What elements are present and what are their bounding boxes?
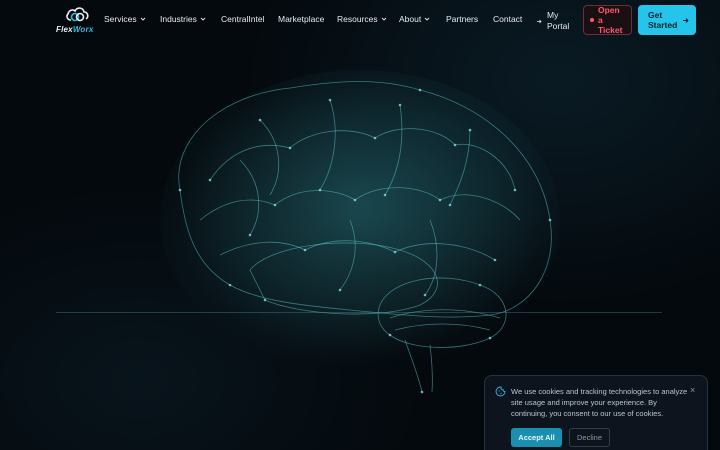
cookie-consent-banner: We use cookies and tracking technologies… xyxy=(484,375,708,450)
arrow-right-icon xyxy=(683,17,689,23)
dot-icon xyxy=(590,18,594,22)
nav-industries-label: Industries xyxy=(160,14,197,24)
nav-services-label: Services xyxy=(104,14,137,24)
open-ticket-button[interactable]: Open a Ticket xyxy=(583,5,632,35)
hero-divider xyxy=(56,312,662,313)
nav-partners[interactable]: Partners xyxy=(446,14,478,24)
nav-about[interactable]: About xyxy=(399,14,430,24)
chevron-down-icon xyxy=(140,17,145,21)
chevron-down-icon xyxy=(381,17,386,21)
nav-about-label: About xyxy=(399,14,422,24)
nav-contact-label: Contact xyxy=(493,14,523,24)
nav-marketplace[interactable]: Marketplace xyxy=(278,14,324,24)
nav-industries[interactable]: Industries xyxy=(160,14,206,24)
nav-resources-label: Resources xyxy=(337,14,378,24)
accept-all-button[interactable]: Accept All xyxy=(511,428,562,447)
get-started-button[interactable]: Get Started xyxy=(638,5,696,35)
nav-centralintel[interactable]: CentralIntel xyxy=(221,14,264,24)
get-started-label: Get Started xyxy=(648,10,678,30)
my-portal-label: My Portal xyxy=(547,10,570,31)
nav-services[interactable]: Services xyxy=(104,14,146,24)
my-portal-link[interactable]: My Portal xyxy=(536,10,575,32)
chevron-down-icon xyxy=(424,17,430,21)
decline-button[interactable]: Decline xyxy=(569,428,610,447)
brand-name: FlexWorx xyxy=(56,25,94,34)
chevron-down-icon xyxy=(200,17,206,21)
cookie-icon xyxy=(495,386,506,397)
nav-partners-label: Partners xyxy=(446,14,479,24)
close-icon[interactable]: × xyxy=(690,385,695,395)
nav-marketplace-label: Marketplace xyxy=(278,14,325,24)
flexworx-logo[interactable]: FlexWorx xyxy=(56,6,98,34)
open-ticket-label: Open a Ticket xyxy=(598,5,623,35)
nav-contact[interactable]: Contact xyxy=(493,14,522,24)
cookie-message: We use cookies and tracking technologies… xyxy=(511,387,688,418)
top-navigation: FlexWorx Services Industries CentralInte… xyxy=(0,0,720,40)
login-arrow-icon xyxy=(537,19,542,23)
nav-resources[interactable]: Resources xyxy=(337,14,387,24)
nav-centralintel-label: CentralIntel xyxy=(221,14,265,24)
cloud-link-icon xyxy=(66,7,89,22)
brain-network-illustration xyxy=(160,70,560,394)
